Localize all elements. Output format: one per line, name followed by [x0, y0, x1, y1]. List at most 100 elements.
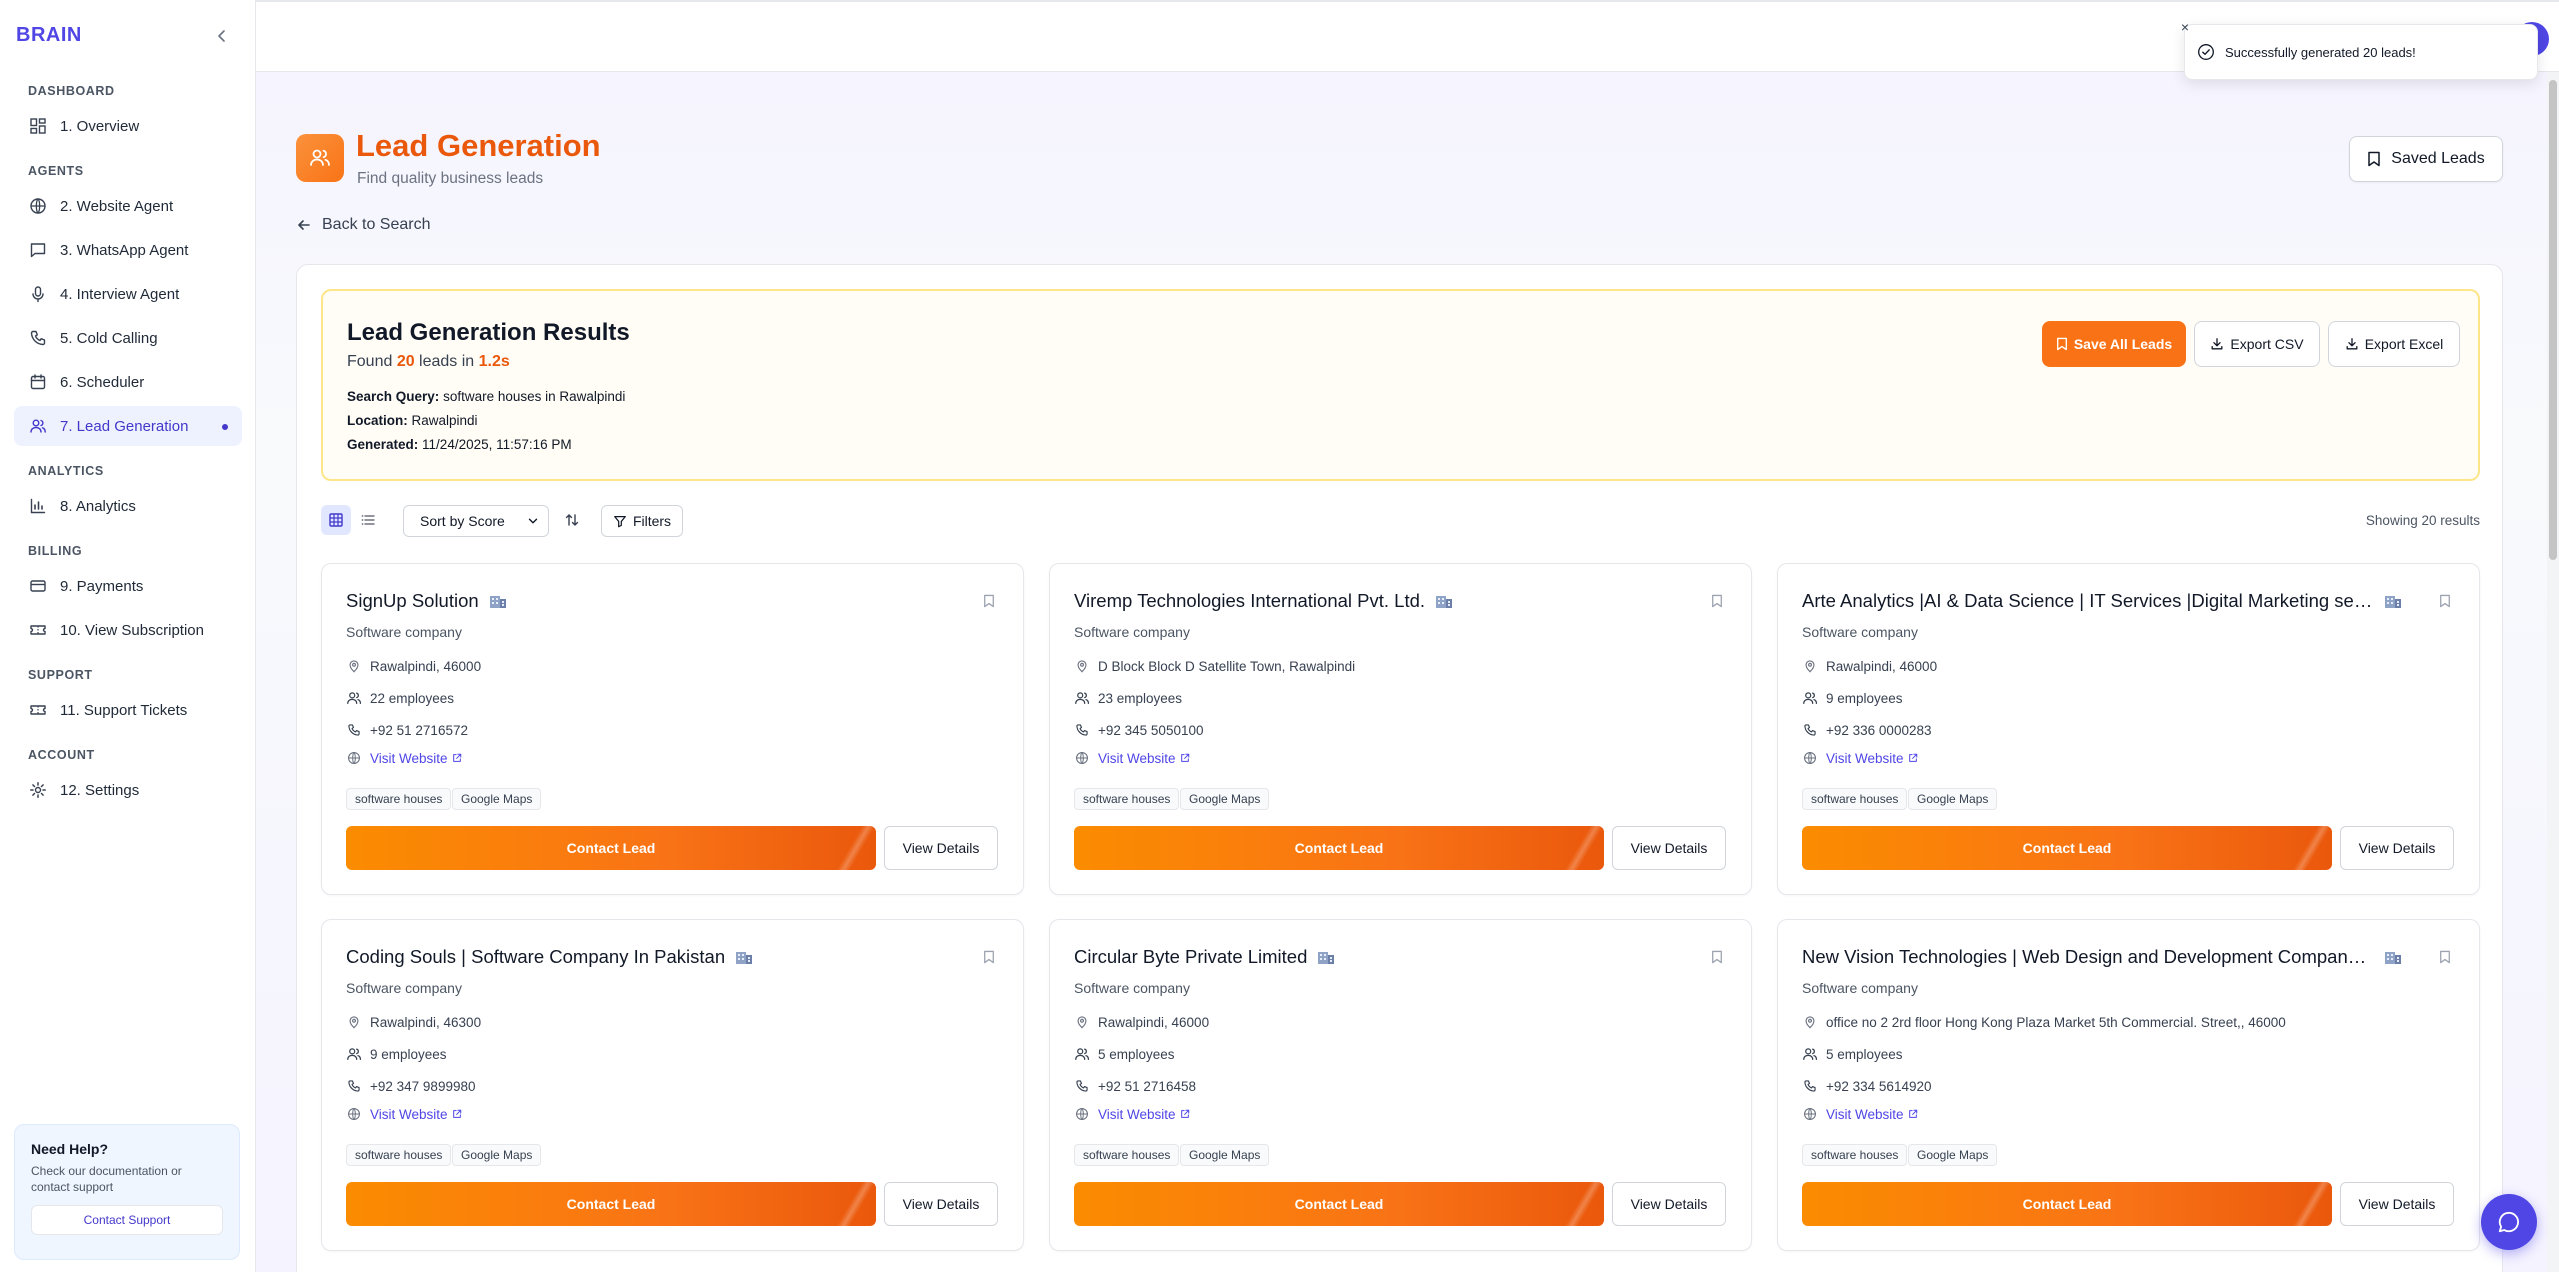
lead-tag: Google Maps [1180, 1144, 1270, 1166]
save-all-leads-button[interactable]: Save All Leads [2042, 321, 2186, 367]
sidebar: BRAIN DASHBOARD 1. Overview AGENTS 2. Websi… [0, 0, 256, 1272]
sort-arrows-icon [565, 514, 579, 526]
chat-button[interactable] [2481, 1194, 2537, 1250]
contact-lead-button[interactable]: Contact Lead [1074, 1182, 1604, 1226]
visit-website-link[interactable]: Visit Website [1098, 751, 1190, 766]
sort-direction-button[interactable] [557, 505, 587, 535]
sort-select[interactable]: Sort by Score [403, 505, 549, 537]
phone-icon [1074, 1078, 1090, 1094]
bookmark-icon[interactable] [1711, 594, 1723, 608]
lead-card: Arte Analytics |AI & Data Science | IT S… [1777, 563, 2480, 895]
sidebar-item-scheduler[interactable]: 6. Scheduler [14, 362, 242, 402]
back-to-search-label: Back to Search [322, 216, 431, 233]
scrollbar-thumb[interactable] [2549, 80, 2557, 560]
contact-lead-button[interactable]: Contact Lead [346, 826, 876, 870]
view-details-button[interactable]: View Details [2340, 826, 2454, 870]
sidebar-item-lead-generation[interactable]: 7. Lead Generation [14, 406, 242, 446]
contact-lead-button[interactable]: Contact Lead [346, 1182, 876, 1226]
sidebar-item-payments[interactable]: 9. Payments [14, 566, 242, 606]
search-query-row: Search Query: software houses in Rawalpi… [347, 389, 625, 404]
lead-count: 20 [396, 353, 415, 370]
sidebar-item-analytics[interactable]: 8. Analytics [14, 486, 242, 526]
bookmark-icon[interactable] [983, 594, 995, 608]
lead-type: Software company [1802, 980, 1918, 996]
nav-section-title: SUPPORT [28, 668, 93, 682]
lead-phone-row: +92 345 5050100 [1074, 722, 1203, 738]
visit-website-link[interactable]: Visit Website [1098, 1107, 1190, 1122]
results-title: Lead Generation Results [347, 319, 630, 346]
lead-employees: 22 employees [370, 690, 455, 706]
contact-lead-button[interactable]: Contact Lead [1802, 1182, 2332, 1226]
lead-tag: software houses [346, 788, 452, 810]
scrollbar[interactable] [2547, 72, 2559, 1272]
map-pin-icon [1074, 658, 1090, 674]
users-icon [1074, 690, 1090, 706]
lead-website-row: Visit Website [1074, 750, 1190, 766]
lead-phone: +92 336 0000283 [1826, 722, 1932, 738]
lead-tag: software houses [346, 1144, 452, 1166]
visit-website-link[interactable]: Visit Website [1826, 751, 1918, 766]
sidebar-item-label: 2. Website Agent [60, 197, 174, 215]
bookmark-icon[interactable] [2439, 594, 2451, 608]
sidebar-item-support-tickets[interactable]: 11. Support Tickets [14, 690, 242, 730]
location-value: Rawalpindi [411, 413, 478, 428]
page-subtitle: Find quality business leads [357, 170, 544, 187]
bookmark-icon[interactable] [983, 950, 995, 964]
view-details-button[interactable]: View Details [1612, 826, 1726, 870]
lead-tag: Google Maps [1908, 788, 1998, 810]
export-excel-button[interactable]: Export Excel [2328, 321, 2460, 367]
results-found: Found 20 leads in 1.2s [347, 353, 510, 371]
view-details-button[interactable]: View Details [2340, 1182, 2454, 1226]
download-icon [2345, 337, 2359, 351]
view-details-button[interactable]: View Details [1612, 1182, 1726, 1226]
lead-phone: +92 345 5050100 [1098, 722, 1204, 738]
contact-support-button[interactable]: Contact Support [31, 1205, 223, 1235]
collapse-sidebar-button[interactable] [210, 24, 234, 48]
lead-address: Rawalpindi, 46000 [1098, 1014, 1210, 1030]
nav-section-title: AGENTS [28, 164, 84, 178]
globe-icon [1074, 1106, 1090, 1122]
visit-website-link[interactable]: Visit Website [1826, 1107, 1918, 1122]
ticket-icon [28, 620, 48, 640]
sidebar-item-label: 8. Analytics [60, 497, 136, 515]
lead-tag: Google Maps [1908, 1144, 1998, 1166]
map-pin-icon [346, 658, 362, 674]
sidebar-item-overview[interactable]: 1. Overview [14, 106, 242, 146]
bookmark-icon [2056, 337, 2068, 351]
close-icon[interactable]: × [2178, 20, 2192, 34]
contact-lead-button[interactable]: Contact Lead [1802, 826, 2332, 870]
visit-website-link[interactable]: Visit Website [370, 751, 462, 766]
bookmark-icon[interactable] [1711, 950, 1723, 964]
saved-leads-button[interactable]: Saved Leads [2349, 136, 2503, 182]
phone-icon [1074, 722, 1090, 738]
globe-icon [1802, 1106, 1818, 1122]
sidebar-item-website-agent[interactable]: 2. Website Agent [14, 186, 242, 226]
export-csv-button[interactable]: Export CSV [2194, 321, 2320, 367]
back-to-search-link[interactable]: Back to Search [296, 216, 431, 234]
sidebar-item-view-subscription[interactable]: 10. View Subscription [14, 610, 242, 650]
lead-name-row: Viremp Technologies International Pvt. L… [1074, 590, 1453, 612]
sidebar-nav: DASHBOARD 1. Overview AGENTS 2. Website Age… [14, 84, 242, 828]
visit-website-label: Visit Website [1098, 1106, 1176, 1122]
grid-view-button[interactable] [321, 505, 351, 535]
contact-lead-button[interactable]: Contact Lead [1074, 826, 1604, 870]
check-circle-icon [2197, 43, 2215, 61]
sidebar-item-label: 4. Interview Agent [60, 285, 180, 303]
visit-website-link[interactable]: Visit Website [370, 1107, 462, 1122]
sidebar-item-settings[interactable]: 12. Settings [14, 770, 242, 810]
lead-name: Coding Souls | Software Company In Pakis… [346, 946, 726, 967]
nav-section: BILLING 9. Payments 10. View Subscription [14, 544, 242, 650]
lead-name-row: SignUp Solution [346, 590, 507, 612]
success-toast: Successfully generated 20 leads! [2184, 24, 2538, 80]
bookmark-icon[interactable] [2439, 950, 2451, 964]
view-details-button[interactable]: View Details [884, 1182, 998, 1226]
sidebar-item-cold-calling[interactable]: 5. Cold Calling [14, 318, 242, 358]
sidebar-item-whatsapp-agent[interactable]: 3. WhatsApp Agent [14, 230, 242, 270]
toast-message: Successfully generated 20 leads! [2225, 44, 2416, 60]
list-view-button[interactable] [353, 505, 383, 535]
active-indicator [222, 424, 228, 430]
nav-section: DASHBOARD 1. Overview [14, 84, 242, 146]
sidebar-item-interview-agent[interactable]: 4. Interview Agent [14, 274, 242, 314]
view-details-button[interactable]: View Details [884, 826, 998, 870]
filters-button[interactable]: Filters [601, 505, 683, 537]
